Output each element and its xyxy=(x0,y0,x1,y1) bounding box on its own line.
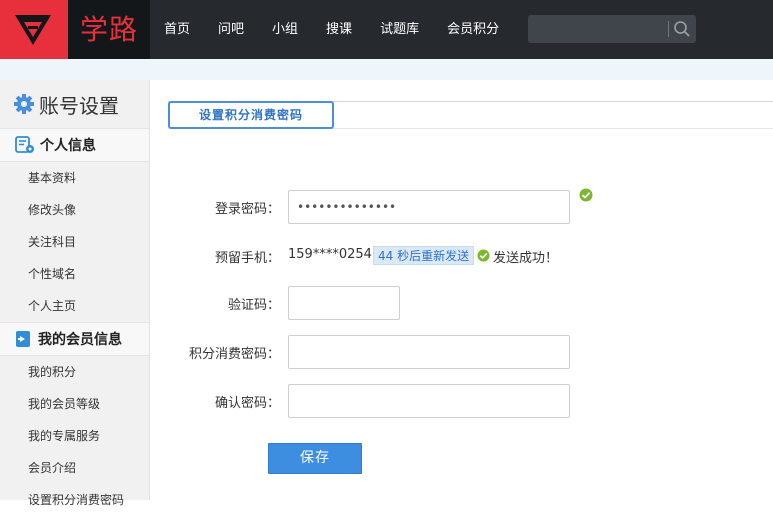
nav-item-courses[interactable]: 搜课 xyxy=(312,0,366,59)
sidebar-group-personal-info[interactable]: 个人信息 xyxy=(0,128,149,162)
phone-number: 159****0254 xyxy=(288,247,372,262)
sidebar-item-basic-profile[interactable]: 基本资料 xyxy=(0,162,149,194)
login-password-label: 登录密码： xyxy=(214,202,280,217)
tab-set-points-password[interactable]: 设置积分消费密码 xyxy=(168,101,334,129)
nav-item-question-bank[interactable]: 试题库 xyxy=(366,0,433,59)
nav-item-qa[interactable]: 问吧 xyxy=(204,0,258,59)
resend-code-button[interactable]: 44 秒后重新发送 xyxy=(373,246,475,265)
confirm-password-field[interactable] xyxy=(288,384,570,418)
confirm-password-label: 确认密码： xyxy=(214,396,280,411)
main-content: 设置积分消费密码 登录密码： 预留手机： 159****0254 44 秒后重新… xyxy=(150,80,773,500)
send-success-message: 发送成功！ xyxy=(493,251,559,266)
sidebar-item-my-points[interactable]: 我的积分 xyxy=(0,356,149,388)
search-input[interactable] xyxy=(528,15,668,43)
points-password-label: 积分消费密码： xyxy=(188,347,280,362)
sidebar-item-member-level[interactable]: 我的会员等级 xyxy=(0,388,149,420)
points-password-field[interactable] xyxy=(288,335,570,369)
top-navbar: 学路 首页 问吧 小组 搜课 试题库 会员积分 xyxy=(0,0,773,59)
verify-code-label: 验证码： xyxy=(227,298,280,313)
check-icon xyxy=(579,188,593,202)
search-icon xyxy=(674,21,690,37)
member-login-icon xyxy=(15,330,33,348)
sidebar-item-homepage[interactable]: 个人主页 xyxy=(0,290,149,322)
profile-card-icon xyxy=(15,136,35,154)
sidebar-item-custom-domain[interactable]: 个性域名 xyxy=(0,258,149,290)
login-password-field[interactable] xyxy=(288,190,570,224)
save-button[interactable]: 保存 xyxy=(268,443,362,474)
sidebar-item-change-avatar[interactable]: 修改头像 xyxy=(0,194,149,226)
logo-icon xyxy=(15,15,51,45)
sidebar-group-label: 个人信息 xyxy=(40,138,96,154)
sidebar: 账号设置 个人信息 基本资料 修改头像 关注科目 个性域名 个人主页 我的会员信… xyxy=(0,80,150,507)
sidebar-group-member-info[interactable]: 我的会员信息 xyxy=(0,322,149,356)
logo-text[interactable]: 学路 xyxy=(68,0,150,59)
logo-mark[interactable] xyxy=(0,0,68,59)
nav-item-home[interactable]: 首页 xyxy=(150,0,204,59)
search-divider xyxy=(668,21,669,37)
check-icon xyxy=(477,249,490,262)
nav-item-member-points[interactable]: 会员积分 xyxy=(433,0,513,59)
verify-code-field[interactable] xyxy=(288,286,400,320)
sidebar-item-member-intro[interactable]: 会员介绍 xyxy=(0,452,149,484)
search-button[interactable] xyxy=(671,18,693,40)
phone-label: 预留手机： xyxy=(214,251,280,266)
gear-icon xyxy=(13,93,35,115)
sub-banner xyxy=(0,59,773,80)
sidebar-item-followed-subjects[interactable]: 关注科目 xyxy=(0,226,149,258)
sidebar-item-set-points-password[interactable]: 设置积分消费密码 xyxy=(0,484,149,516)
main-nav: 首页 问吧 小组 搜课 试题库 会员积分 xyxy=(150,0,513,59)
sidebar-group-label: 我的会员信息 xyxy=(38,332,122,348)
sidebar-item-exclusive-service[interactable]: 我的专属服务 xyxy=(0,420,149,452)
sidebar-title: 账号设置 xyxy=(0,80,149,128)
search-box xyxy=(528,15,696,43)
sidebar-title-label: 账号设置 xyxy=(39,93,119,118)
nav-item-groups[interactable]: 小组 xyxy=(258,0,312,59)
